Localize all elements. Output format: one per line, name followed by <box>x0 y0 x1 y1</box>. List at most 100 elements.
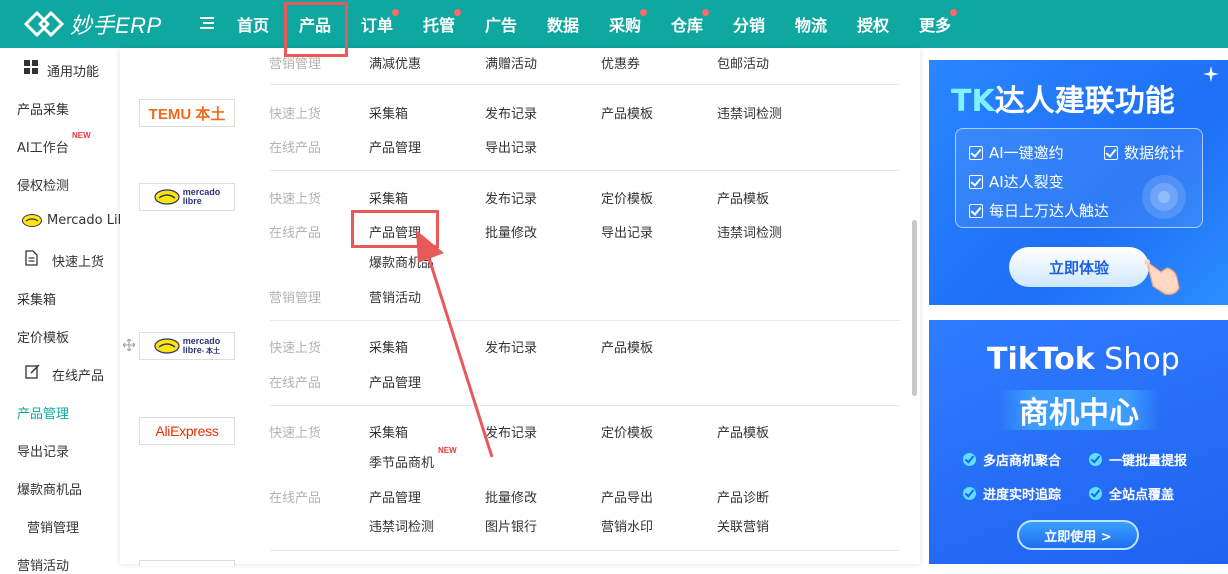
category-label: 在线产品 <box>269 226 322 241</box>
feature-item: AI一键邀约 <box>969 142 1064 163</box>
nav-ads[interactable]: 广告 <box>485 12 517 35</box>
notification-dot <box>950 9 958 16</box>
sidebar-item-ai[interactable]: AI工作台 <box>17 137 69 156</box>
nav-orders[interactable]: 订单 <box>361 9 400 35</box>
sidebar-item-infringement[interactable]: 侵权检测 <box>17 175 69 194</box>
checkbox-icon <box>969 145 983 160</box>
menu-link[interactable]: 发布记录 <box>485 103 537 122</box>
nav-warehouse[interactable]: 仓库 <box>671 9 710 35</box>
sidebar-item-product-management[interactable]: 产品管理 <box>17 403 69 422</box>
sidebar-item-quick-listing[interactable]: 快速上货 <box>52 251 104 270</box>
feature-item: AI达人裂变 <box>969 171 1064 192</box>
sidebar-item-export-records[interactable]: 导出记录 <box>17 441 69 460</box>
menu-link[interactable]: 产品诊断 <box>717 487 769 506</box>
menu-link[interactable]: 产品管理 <box>369 487 421 506</box>
banner-tk-influencer[interactable]: TK达人建联功能 AI一键邀约 数据统计 AI达人裂变 每日上万达人触达 立即体… <box>929 60 1228 305</box>
highlight-box-nav-products <box>284 2 348 57</box>
menu-link[interactable]: 违禁词检测 <box>717 103 782 122</box>
feature-item: 一键批量提报 <box>1089 450 1187 469</box>
sidebar-item-common[interactable]: 通用功能 <box>47 61 99 80</box>
annotation-arrow <box>416 230 494 458</box>
banner2-subtitle: 商机中心 <box>999 390 1159 431</box>
banner2-title: TikTok Shop <box>987 342 1180 377</box>
top-nav-bar: 妙手ERP 首页 产品 订单 托管 广告 数据 采购 仓库 分销 物流 授权 更… <box>0 0 1228 48</box>
feature-item: 数据统计 <box>1104 142 1184 163</box>
drag-handle-icon[interactable] <box>123 339 135 351</box>
menu-link[interactable]: 采集箱 <box>369 103 408 122</box>
divider <box>270 170 900 171</box>
mercado-handshake-icon <box>154 338 180 354</box>
menu-link[interactable]: 产品模板 <box>601 103 653 122</box>
check-icon <box>1089 487 1102 500</box>
divider <box>270 405 900 406</box>
sidebar: 通用功能 产品采集 AI工作台 NEW 侵权检测 Mercado Lib 快速上… <box>0 48 120 574</box>
banner1-title: TK达人建联功能 <box>951 84 1175 119</box>
menu-link[interactable]: 违禁词检测 <box>717 222 782 241</box>
nav-logistics[interactable]: 物流 <box>795 12 827 35</box>
category-label: 在线产品 <box>269 141 322 156</box>
menu-link[interactable]: 发布记录 <box>485 188 537 207</box>
menu-link[interactable]: 满赠活动 <box>485 53 537 72</box>
logo[interactable]: 妙手ERP <box>22 6 172 42</box>
check-icon <box>1089 453 1102 466</box>
category-label: 营销管理 <box>269 291 322 306</box>
scrollbar[interactable] <box>912 220 917 396</box>
category-label: 在线产品 <box>269 491 322 506</box>
menu-link[interactable]: 批量修改 <box>485 487 537 506</box>
category-label: 快速上货 <box>269 192 322 207</box>
checkbox-icon <box>1104 145 1118 160</box>
edit-icon <box>25 364 40 379</box>
feature-item: 进度实时追踪 <box>963 484 1061 503</box>
checkbox-icon <box>969 174 983 189</box>
notification-dot <box>454 9 462 16</box>
document-icon <box>25 250 38 266</box>
banner-tiktok-shop[interactable]: TikTok Shop 商机中心 多店商机聚合 一键批量提报 进度实时追踪 全站… <box>929 320 1228 564</box>
products-dropdown-panel: 营销管理 满减优惠 满赠活动 优惠券 包邮活动 TEMU 本土 快速上货 采集箱… <box>120 48 920 566</box>
menu-link[interactable]: 图片银行 <box>485 516 537 535</box>
brand-logo-temu: TEMU 本土 <box>139 99 235 127</box>
sidebar-item-pricing-template[interactable]: 定价模板 <box>17 327 69 346</box>
menu-link[interactable]: 包邮活动 <box>717 53 769 72</box>
menu-link[interactable]: 关联营销 <box>717 516 769 535</box>
nav-purchase[interactable]: 采购 <box>609 9 648 35</box>
menu-link[interactable]: 违禁词检测 <box>369 516 434 535</box>
brand-logo-mercado-libre-local: mercado libre- 本土 <box>139 332 235 360</box>
sidebar-item-marketing[interactable]: 营销管理 <box>27 517 79 536</box>
sidebar-item-hot-products[interactable]: 爆款商机品 <box>17 479 82 498</box>
menu-link[interactable]: 优惠券 <box>601 53 640 72</box>
notification-dot <box>640 9 648 16</box>
menu-link[interactable]: 产品模板 <box>717 188 769 207</box>
try-now-button[interactable]: 立即体验 <box>1009 247 1149 287</box>
menu-link[interactable]: 产品导出 <box>601 487 653 506</box>
category-label: 在线产品 <box>269 376 322 391</box>
notification-dot <box>392 9 400 16</box>
sidebar-item-collect[interactable]: 产品采集 <box>17 99 69 118</box>
sidebar-item-mercado[interactable]: Mercado Lib <box>47 213 120 228</box>
target-icon <box>1142 175 1186 219</box>
nav-authorization[interactable]: 授权 <box>857 12 889 35</box>
sidebar-item-collect-box[interactable]: 采集箱 <box>17 289 56 308</box>
checkbox-icon <box>969 203 983 218</box>
brand-logo-mercado-libre: mercado libre <box>139 183 235 211</box>
menu-link[interactable]: 营销水印 <box>601 516 653 535</box>
menu-link[interactable]: 产品模板 <box>601 337 653 356</box>
category-label: 快速上货 <box>269 107 322 122</box>
nav-more[interactable]: 更多 <box>919 9 958 35</box>
check-icon <box>963 453 976 466</box>
sidebar-item-marketing-activity[interactable]: 营销活动 <box>17 555 69 574</box>
nav-home[interactable]: 首页 <box>237 12 269 35</box>
nav-data[interactable]: 数据 <box>547 12 579 35</box>
menu-link[interactable]: 定价模板 <box>601 188 653 207</box>
use-now-button[interactable]: 立即使用 > <box>1017 520 1139 550</box>
menu-link[interactable]: 导出记录 <box>601 222 653 241</box>
nav-hosting[interactable]: 托管 <box>423 9 462 35</box>
sidebar-item-online-products[interactable]: 在线产品 <box>52 365 104 384</box>
menu-link[interactable]: 定价模板 <box>601 422 653 441</box>
menu-toggle-icon[interactable] <box>198 14 216 32</box>
menu-link[interactable]: 满减优惠 <box>369 53 421 72</box>
nav-distribution[interactable]: 分销 <box>733 12 765 35</box>
menu-link[interactable]: 产品模板 <box>717 422 769 441</box>
menu-link[interactable]: 产品管理 <box>369 137 421 156</box>
menu-link[interactable]: 采集箱 <box>369 188 408 207</box>
menu-link[interactable]: 导出记录 <box>485 137 537 156</box>
